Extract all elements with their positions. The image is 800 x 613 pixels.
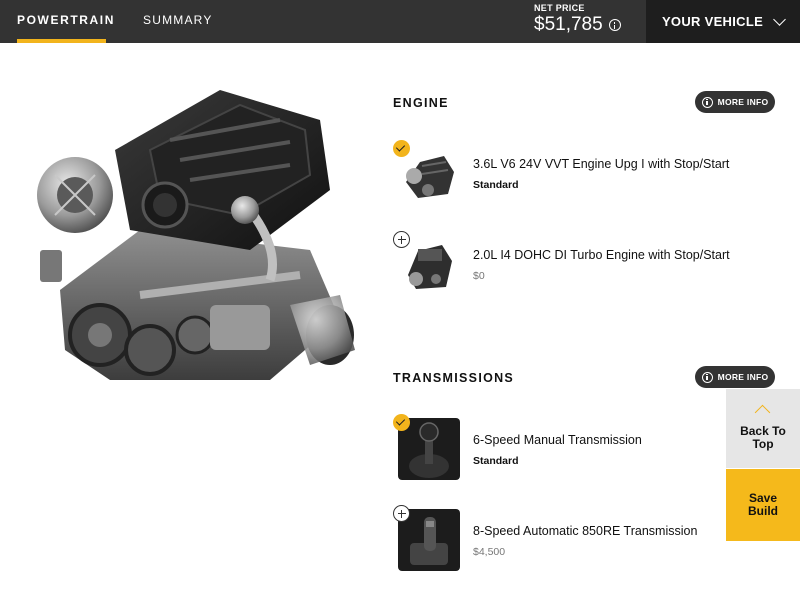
engine-option-3-6l-v6[interactable]: 3.6L V6 24V VVT Engine Upg I with Stop/S…	[393, 140, 733, 210]
engine-option-2-0l-i4[interactable]: 2.0L I4 DOHC DI Turbo Engine with Stop/S…	[393, 231, 733, 301]
net-price-block: NET PRICE $51,785	[534, 3, 621, 36]
info-icon	[701, 96, 713, 108]
save-build-label: Save Build	[726, 492, 800, 518]
option-price: Standard	[473, 179, 519, 191]
your-vehicle-button[interactable]: YOUR VEHICLE	[646, 0, 800, 43]
back-to-top-button[interactable]: Back To Top	[726, 389, 800, 468]
add-icon	[393, 231, 410, 248]
tab-summary[interactable]: SUMMARY	[143, 0, 213, 43]
option-price: $0	[473, 270, 485, 282]
option-name: 2.0L I4 DOHC DI Turbo Engine with Stop/S…	[473, 248, 730, 262]
option-name: 6-Speed Manual Transmission	[473, 433, 642, 447]
back-to-top-line2: Top	[752, 437, 774, 451]
engine-more-info-button[interactable]: MORE INFO	[695, 91, 775, 113]
transmissions-more-info-label: MORE INFO	[717, 372, 769, 382]
save-build-button[interactable]: Save Build	[726, 469, 800, 541]
transmissions-more-info-button[interactable]: MORE INFO	[695, 366, 775, 388]
top-nav-bar: POWERTRAIN SUMMARY NET PRICE $51,785 YOU…	[0, 0, 800, 43]
price-info-icon[interactable]	[608, 19, 621, 31]
selected-check-icon	[393, 140, 410, 157]
net-price-label: NET PRICE	[534, 3, 585, 13]
transmission-option-6-speed-manual[interactable]: 6-Speed Manual Transmission Standard	[393, 414, 733, 484]
net-price-value: $51,785	[534, 14, 603, 35]
chevron-up-icon	[754, 404, 771, 421]
back-to-top-label: Back To Top	[726, 425, 800, 451]
info-icon	[701, 371, 713, 383]
option-price: Standard	[473, 455, 519, 467]
transmissions-section-title: TRANSMISSIONS	[393, 371, 515, 385]
option-price: $4,500	[473, 546, 506, 558]
selected-check-icon	[393, 414, 410, 431]
tab-powertrain[interactable]: POWERTRAIN	[17, 0, 113, 43]
chevron-down-icon	[773, 12, 786, 26]
save-build-line2: Build	[748, 504, 778, 518]
your-vehicle-label: YOUR VEHICLE	[661, 14, 764, 29]
add-icon	[393, 505, 410, 522]
engine-hero-image	[37, 90, 355, 380]
active-tab-indicator	[17, 39, 106, 43]
net-price-value-row: $51,785	[534, 14, 621, 36]
engine-more-info-label: MORE INFO	[717, 97, 769, 107]
option-name: 3.6L V6 24V VVT Engine Upg I with Stop/S…	[473, 157, 730, 171]
tab-summary-label: SUMMARY	[143, 13, 213, 27]
tab-powertrain-label: POWERTRAIN	[17, 13, 115, 27]
transmission-option-8-speed-automatic[interactable]: 8-Speed Automatic 850RE Transmission $4,…	[393, 505, 733, 575]
engine-section-title: ENGINE	[393, 96, 449, 110]
option-name: 8-Speed Automatic 850RE Transmission	[473, 524, 698, 538]
